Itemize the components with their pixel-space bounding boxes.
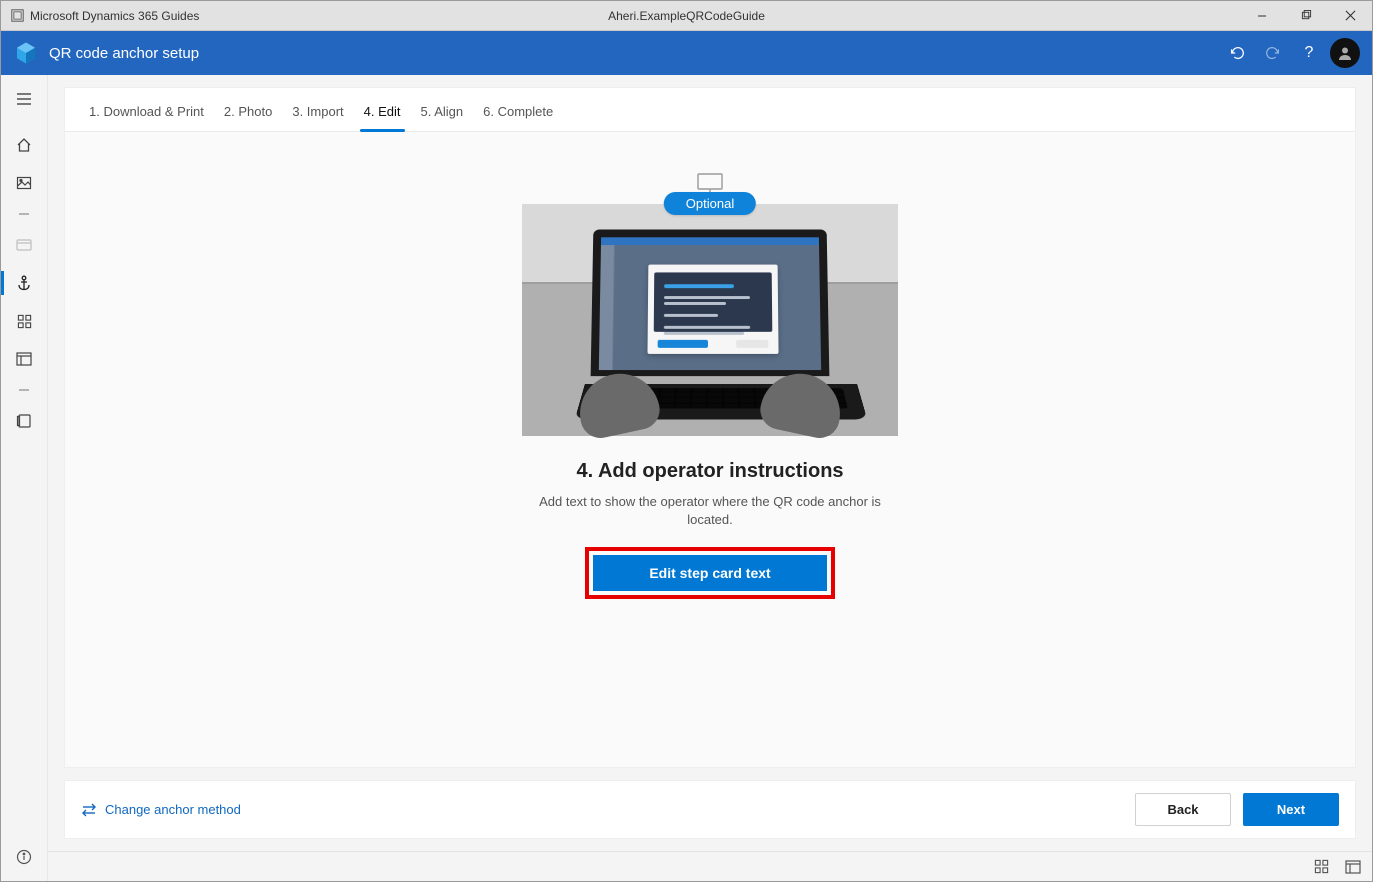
grid-view-icon[interactable] [1310, 856, 1332, 878]
swap-icon [81, 803, 97, 817]
nav-home[interactable] [1, 127, 47, 163]
nav-info[interactable] [1, 839, 47, 875]
minimize-button[interactable] [1240, 1, 1284, 31]
app-name: Microsoft Dynamics 365 Guides [30, 9, 199, 23]
nav-collapse-1[interactable] [1, 203, 47, 225]
document-title: Aheri.ExampleQRCodeGuide [1, 9, 1372, 23]
nav-card[interactable] [1, 227, 47, 263]
left-nav [1, 75, 48, 881]
next-button[interactable]: Next [1243, 793, 1339, 826]
nav-layout[interactable] [1, 341, 47, 377]
change-anchor-label: Change anchor method [105, 802, 241, 817]
window-controls [1240, 1, 1372, 31]
illustration: Optional [522, 204, 898, 436]
maximize-button[interactable] [1284, 1, 1328, 31]
tab-edit[interactable]: 4. Edit [354, 98, 411, 131]
nav-grid[interactable] [1, 303, 47, 339]
window-titlebar: Microsoft Dynamics 365 Guides Aheri.Exam… [1, 1, 1372, 31]
wizard-tabs: 1. Download & Print 2. Photo 3. Import 4… [65, 88, 1355, 132]
back-button[interactable]: Back [1135, 793, 1231, 826]
app-window: Microsoft Dynamics 365 Guides Aheri.Exam… [0, 0, 1373, 882]
step-description: Add text to show the operator where the … [530, 493, 890, 529]
nav-anchor[interactable] [1, 265, 47, 301]
wizard-footer: Change anchor method Back Next [64, 780, 1356, 839]
close-button[interactable] [1328, 1, 1372, 31]
nav-hamburger[interactable] [1, 81, 47, 117]
laptop-illustration [580, 228, 840, 432]
status-bar [48, 851, 1372, 881]
edit-step-card-button[interactable]: Edit step card text [593, 555, 826, 591]
main-area: 1. Download & Print 2. Photo 3. Import 4… [48, 75, 1372, 881]
tab-import[interactable]: 3. Import [282, 98, 353, 131]
tab-align[interactable]: 5. Align [411, 98, 474, 131]
step-title: 4. Add operator instructions [576, 460, 843, 483]
cta-highlight: Edit step card text [585, 547, 834, 599]
app-glyph-icon [11, 9, 24, 22]
user-avatar[interactable] [1330, 38, 1360, 68]
help-button[interactable]: ? [1294, 38, 1324, 68]
titlebar-left: Microsoft Dynamics 365 Guides [1, 9, 199, 23]
nav-library[interactable] [1, 403, 47, 439]
optional-badge: Optional [664, 192, 756, 215]
tab-download-print[interactable]: 1. Download & Print [79, 98, 214, 131]
appbar-title: QR code anchor setup [49, 45, 199, 62]
undo-button[interactable] [1222, 38, 1252, 68]
redo-button[interactable] [1258, 38, 1288, 68]
app-header: QR code anchor setup ? [1, 31, 1372, 75]
tab-photo[interactable]: 2. Photo [214, 98, 282, 131]
app-logo-icon [13, 40, 39, 66]
wizard-panel: 1. Download & Print 2. Photo 3. Import 4… [64, 87, 1356, 768]
wizard-content: Optional [65, 132, 1355, 767]
nav-collapse-2[interactable] [1, 379, 47, 401]
outline-view-icon[interactable] [1342, 856, 1364, 878]
change-anchor-method-link[interactable]: Change anchor method [81, 802, 241, 817]
tab-complete[interactable]: 6. Complete [473, 98, 563, 131]
nav-image[interactable] [1, 165, 47, 201]
